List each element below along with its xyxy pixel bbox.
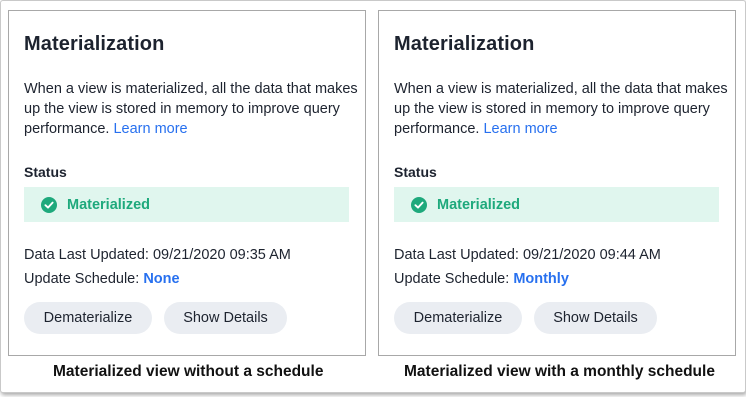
data-last-updated-label: Data Last Updated: bbox=[394, 247, 519, 263]
update-schedule: Update Schedule: None bbox=[24, 271, 180, 287]
caption-without-schedule: Materialized view without a schedule bbox=[53, 363, 324, 380]
data-last-updated-label: Data Last Updated: bbox=[24, 247, 149, 263]
learn-more-link[interactable]: Learn more bbox=[113, 121, 187, 137]
data-last-updated-value: 09/21/2020 09:35 AM bbox=[152, 247, 291, 263]
update-schedule: Update Schedule: Monthly bbox=[394, 271, 569, 287]
status-label: Status bbox=[24, 164, 67, 180]
materialization-panel-monthly-schedule: Materialization When a view is materiali… bbox=[378, 10, 736, 356]
figure-frame: Materialization When a view is materiali… bbox=[0, 0, 746, 393]
panel-title: Materialization bbox=[394, 33, 535, 55]
data-last-updated-value: 09/21/2020 09:44 AM bbox=[522, 247, 661, 263]
description-text: When a view is materialized, all the dat… bbox=[24, 81, 358, 137]
status-value: Materialized bbox=[437, 196, 520, 213]
status-label: Status bbox=[394, 164, 437, 180]
status-badge: Materialized bbox=[394, 187, 719, 222]
panel-description: When a view is materialized, all the dat… bbox=[24, 79, 359, 139]
description-text: When a view is materialized, all the dat… bbox=[394, 81, 728, 137]
update-schedule-value[interactable]: None bbox=[143, 271, 179, 287]
learn-more-link[interactable]: Learn more bbox=[483, 121, 557, 137]
dematerialize-button[interactable]: Dematerialize bbox=[24, 302, 152, 334]
caption-monthly-schedule: Materialized view with a monthly schedul… bbox=[404, 363, 715, 380]
materialization-panel-no-schedule: Materialization When a view is materiali… bbox=[8, 10, 366, 356]
show-details-button[interactable]: Show Details bbox=[534, 302, 657, 334]
status-value: Materialized bbox=[67, 196, 150, 213]
check-circle-icon bbox=[411, 196, 427, 213]
status-badge: Materialized bbox=[24, 187, 349, 222]
show-details-button[interactable]: Show Details bbox=[164, 302, 287, 334]
dematerialize-button[interactable]: Dematerialize bbox=[394, 302, 522, 334]
data-last-updated: Data Last Updated: 09/21/2020 09:35 AM bbox=[24, 247, 291, 263]
update-schedule-value[interactable]: Monthly bbox=[513, 271, 569, 287]
update-schedule-label: Update Schedule: bbox=[394, 271, 510, 287]
panel-title: Materialization bbox=[24, 33, 165, 55]
panel-description: When a view is materialized, all the dat… bbox=[394, 79, 729, 139]
update-schedule-label: Update Schedule: bbox=[24, 271, 140, 287]
data-last-updated: Data Last Updated: 09/21/2020 09:44 AM bbox=[394, 247, 661, 263]
check-circle-icon bbox=[41, 196, 57, 213]
